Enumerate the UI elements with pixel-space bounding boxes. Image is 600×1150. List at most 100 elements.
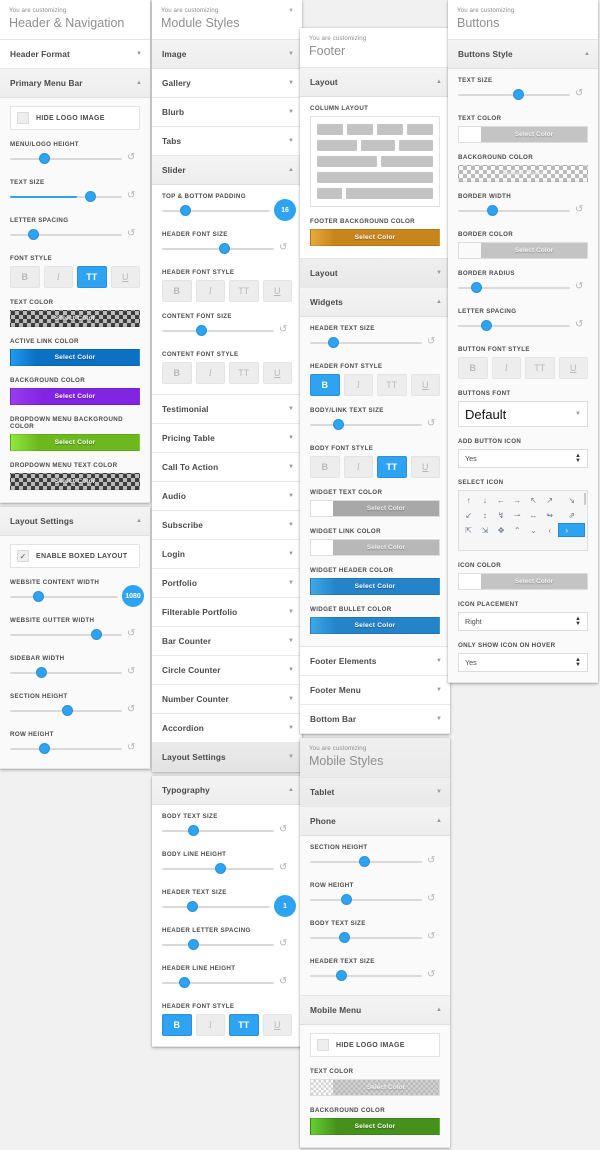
reset-icon[interactable]: ↺ [575,282,586,293]
slider-track[interactable] [310,424,422,426]
section-phone[interactable]: Phone ▲ [300,807,450,836]
slider-track[interactable] [162,330,274,332]
select-color-caption[interactable]: Select Color [481,243,587,258]
section-mobile-menu[interactable]: Mobile Menu ▲ [300,996,450,1025]
active-link-color-swatch[interactable]: Select Color [10,349,140,366]
icon-chevron-up[interactable]: ⌃ [510,523,525,537]
section-gallery[interactable]: Gallery ▼ [152,69,302,98]
icon-picker-grid[interactable]: ↑ ↓ ← → ↖ ↗ ↘ ↙ ↕ ↯ ⇀ ↔ ↬ ⇗ ⇱ ⇲ ✥ ⌃ ⌄ ‹ [458,490,588,551]
column-layout-cell[interactable] [317,188,343,199]
icon-arrow-down-left[interactable]: ↙ [461,508,476,522]
icon-chevron-down[interactable]: ⌄ [526,523,541,537]
icon-arrow-left-right[interactable]: ↔ [526,508,541,522]
column-layout-preview[interactable] [310,116,440,207]
slider-knob[interactable] [333,419,345,430]
slider-border-radius[interactable]: ↺ [458,281,588,297]
widget-header-color-swatch[interactable]: Select Color [310,578,440,595]
select-color-caption[interactable]: Select Color [481,127,587,142]
slider-website-gutter-width[interactable]: ↺ [10,628,140,644]
column-layout-row[interactable] [317,124,433,135]
section-audio[interactable]: Audio ▼ [152,482,302,511]
reset-icon[interactable]: ↺ [279,863,290,874]
font-style-uppercase-button[interactable]: TT [77,266,107,288]
column-layout-cell[interactable] [381,156,433,167]
slider-track[interactable] [310,342,422,344]
font-style-underline-button[interactable]: U [410,374,440,396]
slider-track[interactable] [10,234,122,236]
slider-body-link-text-size[interactable]: ↺ [310,418,440,434]
select-color-caption[interactable]: Select Color [333,1080,439,1095]
section-primary-menu-bar[interactable]: Primary Menu Bar ▲ [0,69,150,98]
hide-logo-image-checkbox[interactable] [17,112,29,124]
section-number-counter[interactable]: Number Counter ▼ [152,685,302,714]
icon-arrow-right[interactable]: → [510,493,525,507]
font-style-italic-button[interactable]: I [343,374,373,396]
font-style-bold-button[interactable]: B [310,374,340,396]
slider-knob[interactable] [328,337,340,348]
section-subscribe[interactable]: Subscribe ▼ [152,511,302,540]
reset-icon[interactable]: ↺ [279,939,290,950]
font-style-underline-button[interactable]: U [558,357,588,379]
section-pricing-table[interactable]: Pricing Table ▼ [152,424,302,453]
select-color-caption[interactable]: Select Color [333,540,439,555]
section-circle-counter[interactable]: Circle Counter ▼ [152,656,302,685]
section-footer-layout-2[interactable]: Layout ▼ [300,259,450,288]
mobile-hide-logo-image-checkbox[interactable] [317,1039,329,1051]
dropdown-text-color-swatch[interactable]: Select Color [10,473,140,490]
slider-knob[interactable] [85,191,97,202]
slider-button-letter-spacing[interactable]: ↺ [458,319,588,335]
font-style-uppercase-button[interactable]: TT [229,280,259,302]
section-buttons-style[interactable]: Buttons Style ▲ [448,40,598,69]
column-layout-row[interactable] [317,156,433,167]
section-footer-elements[interactable]: Footer Elements ▼ [300,647,450,676]
slider-track[interactable] [162,248,274,250]
slider-letter-spacing[interactable]: ↺ [10,228,140,244]
slider-track[interactable] [10,158,122,160]
icon-arrow-up-right[interactable]: ↗ [542,493,557,507]
slider-knob[interactable] [195,325,207,336]
font-style-underline-button[interactable]: U [262,362,292,384]
slider-menu-logo-height[interactable]: ↺ [10,152,140,168]
section-tabs[interactable]: Tabs ▼ [152,127,302,156]
column-layout-cell[interactable] [317,172,433,183]
slider-border-width[interactable]: ↺ [458,204,588,220]
text-color-swatch[interactable]: Select Color [10,310,140,327]
slider-knob[interactable] [336,970,347,981]
reset-icon[interactable]: ↺ [575,89,586,100]
slider-knob[interactable] [28,229,40,240]
slider-knob[interactable] [486,205,498,216]
widget-text-color-swatch[interactable]: Select Color [310,500,440,517]
slider-knob[interactable] [215,863,227,874]
only-show-icon-on-hover-select[interactable]: Yes ▲ ▼ [458,653,588,672]
reset-icon[interactable]: ↺ [427,337,438,348]
icon-arrow-up[interactable]: ↑ [461,493,476,507]
reset-icon[interactable]: ↺ [427,970,438,981]
slider-track[interactable] [10,748,122,750]
background-color-swatch[interactable]: Select Color [10,388,140,405]
section-portfolio[interactable]: Portfolio ▼ [152,569,302,598]
slider-track[interactable] [162,944,274,946]
icon-arrow-long-right[interactable]: ⇀ [510,508,525,522]
slider-knob[interactable] [481,320,493,331]
font-style-uppercase-button[interactable]: TT [229,1014,259,1036]
slider-track[interactable] [458,325,570,327]
font-style-underline-button[interactable]: U [410,456,440,478]
enable-boxed-layout-row[interactable]: ✓ ENABLE BOXED LAYOUT [10,544,140,568]
section-login[interactable]: Login ▼ [152,540,302,569]
button-background-color-swatch[interactable]: Select Color [458,165,588,182]
column-layout-cell[interactable] [347,124,373,135]
slider-content-font-size[interactable]: ↺ [162,324,292,340]
slider-knob[interactable] [341,894,353,905]
slider-body-line-height[interactable]: ↺ [162,862,292,878]
reset-icon[interactable]: ↺ [127,743,138,754]
slider-track[interactable] [162,830,274,832]
font-style-underline-button[interactable]: U [262,1014,292,1036]
font-style-italic-button[interactable]: I [491,357,521,379]
section-layout-settings[interactable]: Layout Settings ▼ [152,743,302,772]
slider-knob[interactable] [180,205,192,216]
reset-icon[interactable]: ↺ [427,932,438,943]
section-layout-settings[interactable]: Layout Settings ▲ [0,507,150,536]
add-button-icon-select[interactable]: Yes ▲ ▼ [458,449,588,468]
slider-track[interactable] [10,196,122,198]
slider-text-size[interactable]: ↺ [10,190,140,206]
